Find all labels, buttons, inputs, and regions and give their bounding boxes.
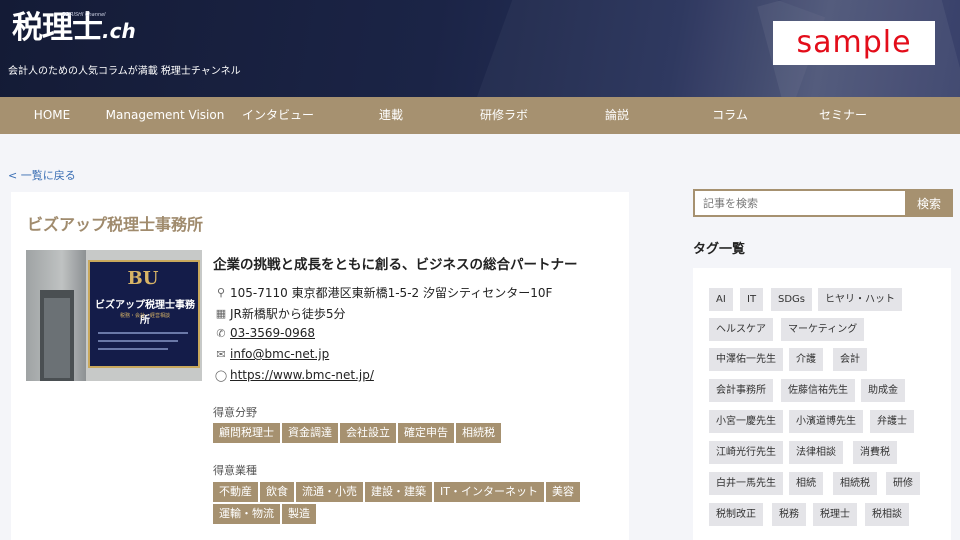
sign-sub: 税務・会計・経営相談 — [119, 313, 170, 319]
industry-chip[interactable]: 流通・小売 — [296, 482, 363, 502]
nav-item-training-lab[interactable]: 研修ラボ — [480, 97, 528, 134]
tag-item[interactable]: 相続税 — [833, 472, 877, 495]
nav-item-editorial[interactable]: 論説 — [605, 97, 629, 134]
office-email: ✉ info@bmc-net.jp — [213, 347, 329, 361]
industries-label: 得意業種 — [213, 464, 257, 477]
specialty-chip[interactable]: 確定申告 — [398, 423, 454, 443]
nav-item-seminar[interactable]: セミナー — [819, 97, 867, 134]
tag-item[interactable]: 税制改正 — [709, 503, 763, 526]
tag-item[interactable]: 相続 — [789, 472, 823, 495]
nav-item-interview[interactable]: インタビュー — [242, 97, 314, 134]
article-search: 検索 — [693, 189, 953, 217]
email-link[interactable]: info@bmc-net.jp — [230, 347, 329, 361]
sign-line — [98, 348, 168, 350]
photo-sign: BU ビズアップ税理士事務所 税務・会計・経営相談 — [88, 260, 200, 368]
industry-chip[interactable]: 美容 — [545, 482, 580, 502]
tag-item[interactable]: 佐藤信祐先生 — [781, 379, 855, 402]
specialty-chip[interactable]: 会社設立 — [340, 423, 396, 443]
office-access: ▦ JR新橋駅から徒歩5分 — [213, 305, 346, 322]
sign-name: ビズアップ税理士事務所 — [95, 300, 195, 326]
site-logo[interactable]: ZEIRISHI Channel 税理士.ch — [12, 10, 136, 46]
phone-link[interactable]: 03-3569-0968 — [230, 326, 315, 340]
pin-icon: ⚲ — [216, 286, 226, 299]
tag-item[interactable]: マーケティング — [781, 318, 865, 341]
tag-item[interactable]: 弁護士 — [870, 410, 914, 433]
tag-item[interactable]: 会計 — [833, 348, 867, 371]
specialties-list: 顧問税理士 資金調達 会社設立 確定申告 相続税 — [213, 423, 613, 445]
office-photo: BU ビズアップ税理士事務所 税務・会計・経営相談 — [26, 250, 202, 381]
office-name: ビズアップ税理士事務所 — [27, 215, 204, 234]
tag-item[interactable]: 小濱道博先生 — [789, 410, 863, 433]
search-button[interactable]: 検索 — [905, 189, 953, 217]
photo-door-glass — [44, 298, 70, 378]
tag-item[interactable]: ヘルスケア — [709, 318, 773, 341]
address-text: 105-7110 東京都港区東新橋1-5-2 汐留シティセンター10F — [230, 286, 553, 300]
specialty-chip[interactable]: 顧問税理士 — [213, 423, 280, 443]
tag-item[interactable]: 会計事務所 — [709, 379, 773, 402]
industries-list: 不動産 飲食 流通・小売 建設・建築 IT・インターネット 美容 運輸・物流 製… — [213, 482, 603, 526]
tag-item[interactable]: IT — [740, 288, 764, 311]
tag-item[interactable]: 研修 — [886, 472, 920, 495]
mail-icon: ✉ — [216, 347, 226, 361]
back-to-list-link[interactable]: < 一覧に戻る — [8, 167, 76, 183]
sign-line — [98, 340, 178, 342]
tag-item[interactable]: 江崎光行先生 — [709, 441, 783, 464]
nav-item-series[interactable]: 連載 — [379, 97, 403, 134]
industry-chip[interactable]: 建設・建築 — [365, 482, 432, 502]
specialty-chip[interactable]: 相続税 — [456, 423, 501, 443]
main-nav: HOME Management Vision インタビュー 連載 研修ラボ 論説… — [0, 97, 960, 134]
nav-item-management-vision[interactable]: Management Vision — [106, 97, 225, 134]
industry-chip[interactable]: 不動産 — [213, 482, 258, 502]
access-text: JR新橋駅から徒歩5分 — [230, 307, 346, 321]
tag-list: AI IT SDGs ヒヤリ・ハット ヘルスケア マーケティング 中澤佑一先生 … — [693, 268, 951, 540]
industry-chip[interactable]: 運輸・物流 — [213, 504, 280, 524]
specialties-label: 得意分野 — [213, 406, 257, 419]
nav-item-column[interactable]: コラム — [712, 97, 748, 134]
nav-item-home[interactable]: HOME — [34, 97, 70, 134]
tag-item[interactable]: 介護 — [789, 348, 823, 371]
tags-heading: タグ一覧 — [693, 242, 746, 257]
sample-watermark: sample — [773, 21, 935, 65]
phone-icon: ✆ — [216, 326, 226, 340]
industry-chip[interactable]: IT・インターネット — [434, 482, 544, 502]
tag-item[interactable]: AI — [709, 288, 733, 311]
globe-icon: ◯ — [214, 368, 228, 382]
tag-item[interactable]: 助成金 — [861, 379, 905, 402]
tag-item[interactable]: 法律相談 — [789, 441, 843, 464]
office-phone: ✆ 03-3569-0968 — [213, 326, 315, 340]
tag-item[interactable]: SDGs — [771, 288, 813, 311]
tag-item[interactable]: ヒヤリ・ハット — [818, 288, 902, 311]
tag-item[interactable]: 小宮一慶先生 — [709, 410, 783, 433]
specialty-chip[interactable]: 資金調達 — [282, 423, 338, 443]
sign-line — [98, 332, 188, 334]
sign-logo: BU — [127, 268, 159, 289]
tag-item[interactable]: 税務 — [772, 503, 806, 526]
tag-item[interactable]: 税理士 — [813, 503, 857, 526]
office-address: ⚲ 105-7110 東京都港区東新橋1-5-2 汐留シティセンター10F — [213, 284, 552, 301]
industry-chip[interactable]: 製造 — [282, 504, 316, 524]
tag-item[interactable]: 白井一馬先生 — [709, 472, 783, 495]
office-website: ◯ https://www.bmc-net.jp/ — [213, 368, 374, 382]
office-card: ビズアップ税理士事務所 BU ビズアップ税理士事務所 税務・会計・経営相談 企業… — [11, 192, 629, 540]
tag-item[interactable]: 税相談 — [865, 503, 909, 526]
site-header: ZEIRISHI Channel 税理士.ch 会計人のための人気コラムが満載 … — [0, 0, 960, 97]
search-input[interactable] — [693, 189, 905, 217]
industry-chip[interactable]: 飲食 — [260, 482, 294, 502]
website-link[interactable]: https://www.bmc-net.jp/ — [230, 368, 374, 382]
logo-ch-text: .ch — [102, 19, 136, 43]
logo-subtext: ZEIRISHI Channel — [62, 12, 106, 18]
train-icon: ▦ — [215, 307, 227, 320]
site-tagline: 会計人のための人気コラムが満載 税理士チャンネル — [8, 66, 241, 77]
tag-item[interactable]: 中澤佑一先生 — [709, 348, 783, 371]
tag-item[interactable]: 消費税 — [853, 441, 897, 464]
office-headline: 企業の挑戦と成長をともに創る、ビジネスの総合パートナー — [213, 257, 578, 273]
